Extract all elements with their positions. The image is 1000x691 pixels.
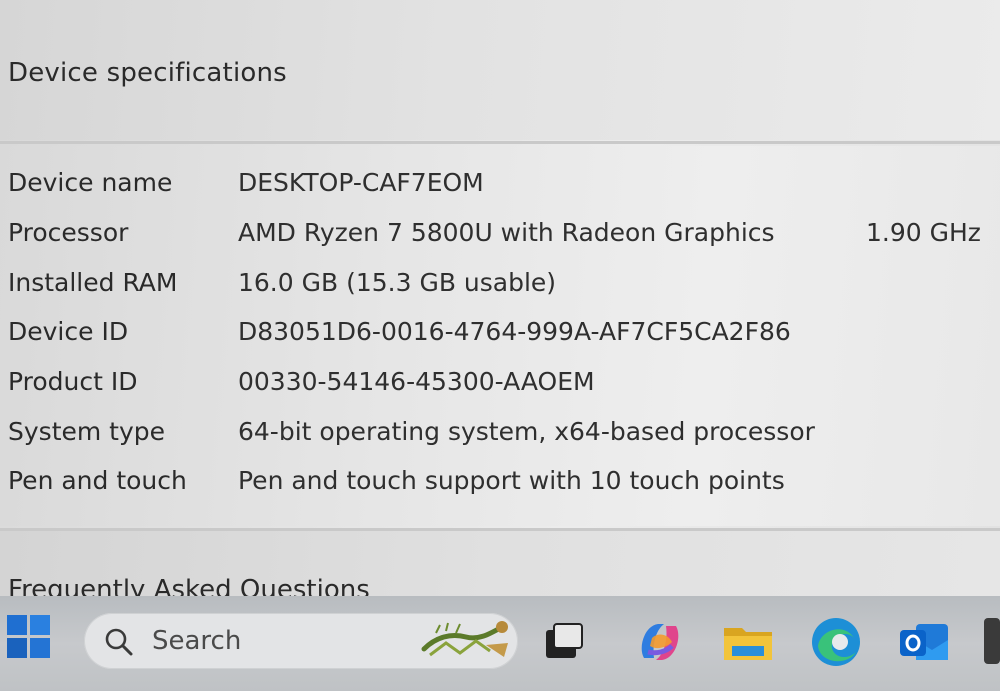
search-highlight-illustration-icon <box>421 621 508 657</box>
device-specifications-header[interactable]: Device specifications <box>0 0 1000 140</box>
section-title: Device specifications <box>8 58 287 88</box>
taskbar-search-box[interactable]: Search <box>84 613 518 669</box>
spec-value: 16.0 GB (15.3 GB usable) <box>238 268 557 297</box>
spec-label: Installed RAM <box>8 268 178 297</box>
spec-value: D83051D6-0016-4764-999A-AF7CF5CA2F86 <box>238 317 791 346</box>
spec-value: 64-bit operating system, x64-based proce… <box>238 417 815 446</box>
taskbar-overflow-icon[interactable] <box>976 614 1000 668</box>
spec-label: System type <box>8 417 166 446</box>
outlook-button[interactable] <box>898 618 950 666</box>
spec-label: Device ID <box>8 317 129 346</box>
spec-label: Device name <box>8 168 173 197</box>
spec-row-device-id: Device ID D83051D6-0016-4764-999A-AF7CF5… <box>0 317 1000 357</box>
taskbar: Search <box>0 596 1000 691</box>
spec-row-installed-ram: Installed RAM 16.0 GB (15.3 GB usable) <box>0 268 1000 308</box>
divider <box>0 141 1000 144</box>
outlook-icon <box>900 624 948 660</box>
spec-row-product-id: Product ID 00330-54146-45300-AAOEM <box>0 367 1000 407</box>
copilot-icon <box>641 624 679 660</box>
edge-browser-button[interactable] <box>810 616 862 668</box>
start-button[interactable] <box>6 614 52 660</box>
spec-row-pen-and-touch: Pen and touch Pen and touch support with… <box>0 466 1000 506</box>
task-view-icon <box>546 623 583 658</box>
spec-value: DESKTOP-CAF7EOM <box>238 168 484 197</box>
spec-row-device-name: Device name DESKTOP-CAF7EOM <box>0 168 1000 208</box>
faq-section-header[interactable]: Frequently Asked Questions <box>0 531 1000 600</box>
file-explorer-icon <box>724 628 772 660</box>
spec-value: Pen and touch support with 10 touch poin… <box>238 466 785 495</box>
spec-row-system-type: System type 64-bit operating system, x64… <box>0 417 1000 457</box>
spec-extra-clock-speed: 1.90 GHz <box>866 218 981 247</box>
copilot-button[interactable] <box>634 618 686 666</box>
edge-icon <box>812 618 860 666</box>
spec-label: Pen and touch <box>8 466 187 495</box>
file-explorer-button[interactable] <box>722 620 774 664</box>
search-placeholder: Search <box>152 626 242 656</box>
spec-value: AMD Ryzen 7 5800U with Radeon Graphics <box>238 218 775 247</box>
spec-value: 00330-54146-45300-AAOEM <box>238 367 595 396</box>
device-specs-list: Device name DESKTOP-CAF7EOM Processor AM… <box>0 146 1000 526</box>
spec-label: Product ID <box>8 367 138 396</box>
partial-app-icon <box>984 618 1000 664</box>
windows-start-icon <box>7 615 50 658</box>
spec-label: Processor <box>8 218 129 247</box>
search-icon <box>105 628 133 656</box>
task-view-button[interactable] <box>544 622 584 662</box>
settings-window: Device specifications Device name DESKTO… <box>0 0 1000 600</box>
spec-row-processor: Processor AMD Ryzen 7 5800U with Radeon … <box>0 218 1000 258</box>
